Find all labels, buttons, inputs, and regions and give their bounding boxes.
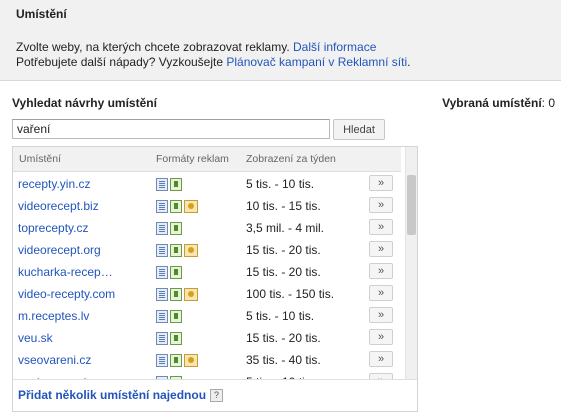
video-ad-icon: [184, 354, 198, 367]
image-ad-icon: [170, 266, 182, 279]
image-ad-icon: [170, 332, 182, 345]
table-footer: Přidat několik umístění najednou?: [13, 379, 417, 411]
image-ad-icon: [170, 178, 182, 191]
ad-formats: [156, 332, 184, 345]
add-placement-button[interactable]: »: [369, 329, 393, 345]
placement-link[interactable]: videorecept.biz: [18, 199, 99, 213]
table-row: recepty.yin.cz 5 tis. - 10 tis. »: [13, 173, 405, 195]
search-label: Vyhledat návrhy umístění: [12, 96, 157, 110]
info-text: Zvolte weby, na kterých chcete zobrazova…: [16, 40, 294, 54]
placement-link[interactable]: veu.sk: [18, 331, 53, 345]
table-row: kucharka-recep… 15 tis. - 20 tis. »: [13, 261, 405, 283]
ad-formats: [156, 244, 200, 257]
weekly-impressions: 5 tis. - 10 tis.: [246, 177, 315, 191]
search-button[interactable]: Hledat: [333, 119, 385, 140]
ad-formats: [156, 266, 184, 279]
video-ad-icon: [184, 244, 198, 257]
table-row: vseovareni.cz 35 tis. - 40 tis. »: [13, 349, 405, 371]
text-ad-icon: [156, 310, 168, 323]
add-placement-button[interactable]: »: [369, 351, 393, 367]
text-ad-icon: [156, 200, 168, 213]
table-scrollbar[interactable]: [405, 147, 417, 379]
ad-formats: [156, 288, 200, 301]
placement-link[interactable]: toprecepty.cz: [18, 221, 88, 235]
table-header: Umístění Formáty reklam Zobrazení za týd…: [13, 147, 401, 172]
ad-formats: [156, 354, 200, 367]
table-row: veu.sk 15 tis. - 20 tis. »: [13, 327, 405, 349]
placement-link[interactable]: videorecept.org: [18, 243, 101, 257]
table-row: vsetoerecepty.cz5 tis. - 10 tis.»: [13, 371, 405, 379]
ideas-end: .: [407, 55, 411, 69]
table-row: toprecepty.cz 3,5 mil. - 4 mil. »: [13, 217, 405, 239]
add-placement-button[interactable]: »: [369, 263, 393, 279]
placement-link[interactable]: m.receptes.lv: [18, 309, 89, 323]
weekly-impressions: 15 tis. - 20 tis.: [246, 331, 321, 345]
video-ad-icon: [184, 200, 198, 213]
header-impressions: Zobrazení za týden: [246, 153, 336, 165]
image-ad-icon: [170, 200, 182, 213]
weekly-impressions: 15 tis. - 20 tis.: [246, 243, 321, 257]
ad-formats: [156, 200, 200, 213]
header-placement: Umístění: [19, 153, 62, 165]
add-placement-button[interactable]: »: [369, 219, 393, 235]
image-ad-icon: [170, 288, 182, 301]
placement-link[interactable]: vseovareni.cz: [18, 353, 91, 367]
table-row: videorecept.org 15 tis. - 20 tis. »: [13, 239, 405, 261]
placement-link[interactable]: kucharka-recep…: [18, 265, 113, 279]
table-row: m.receptes.lv 5 tis. - 10 tis. »: [13, 305, 405, 327]
image-ad-icon: [170, 222, 182, 235]
selected-label: Vybraná umístění: [442, 96, 542, 110]
add-placement-button[interactable]: »: [369, 307, 393, 323]
ideas-line: Potřebujete další nápady? Vyzkoušejte Pl…: [16, 55, 410, 69]
header-panel: Umístění Zvolte weby, na kterých chcete …: [0, 0, 561, 81]
placements-table: Umístění Formáty reklam Zobrazení za týd…: [12, 146, 418, 412]
weekly-impressions: 15 tis. - 20 tis.: [246, 265, 321, 279]
placement-link[interactable]: video-recepty.com: [18, 287, 115, 301]
selected-placements: Vybraná umístění: 0: [442, 96, 555, 110]
image-ad-icon: [170, 310, 182, 323]
text-ad-icon: [156, 178, 168, 191]
selected-count: : 0: [541, 96, 555, 110]
add-multiple-label[interactable]: Přidat několik umístění najednou: [18, 388, 206, 402]
ad-formats: [156, 222, 184, 235]
image-ad-icon: [170, 244, 182, 257]
info-line: Zvolte weby, na kterých chcete zobrazova…: [16, 40, 376, 54]
table-rows: recepty.yin.cz 5 tis. - 10 tis.» videorece…: [13, 171, 405, 379]
weekly-impressions: 35 tis. - 40 tis.: [246, 353, 321, 367]
weekly-impressions: 3,5 mil. - 4 mil.: [246, 221, 325, 235]
table-row: video-recepty.com 100 tis. - 150 tis. »: [13, 283, 405, 305]
page-title: Umístění: [16, 7, 67, 21]
scrollbar-thumb[interactable]: [407, 175, 416, 235]
add-multiple-link[interactable]: Přidat několik umístění najednou?: [18, 388, 224, 403]
placement-link[interactable]: recepty.yin.cz: [18, 177, 90, 191]
text-ad-icon: [156, 288, 168, 301]
header-formats: Formáty reklam: [156, 153, 229, 165]
add-placement-button[interactable]: »: [369, 285, 393, 301]
weekly-impressions: 10 tis. - 15 tis.: [246, 199, 321, 213]
weekly-impressions: 100 tis. - 150 tis.: [246, 287, 335, 301]
text-ad-icon: [156, 354, 168, 367]
help-icon[interactable]: ?: [210, 389, 224, 403]
campaign-planner-link[interactable]: Plánovač kampaní v Reklamní síti: [226, 55, 407, 69]
add-placement-button[interactable]: »: [369, 175, 393, 191]
ad-formats: [156, 178, 184, 191]
search-input[interactable]: [12, 119, 330, 139]
ad-formats: [156, 310, 184, 323]
text-ad-icon: [156, 244, 168, 257]
weekly-impressions: 5 tis. - 10 tis.: [246, 309, 315, 323]
more-info-link[interactable]: Další informace: [293, 40, 376, 54]
text-ad-icon: [156, 222, 168, 235]
text-ad-icon: [156, 332, 168, 345]
image-ad-icon: [170, 354, 182, 367]
add-placement-button[interactable]: »: [369, 197, 393, 213]
ideas-text: Potřebujete další nápady? Vyzkoušejte: [16, 55, 227, 69]
table-row: videorecept.biz 10 tis. - 15 tis. »: [13, 195, 405, 217]
add-placement-button[interactable]: »: [369, 241, 393, 257]
video-ad-icon: [184, 288, 198, 301]
text-ad-icon: [156, 266, 168, 279]
